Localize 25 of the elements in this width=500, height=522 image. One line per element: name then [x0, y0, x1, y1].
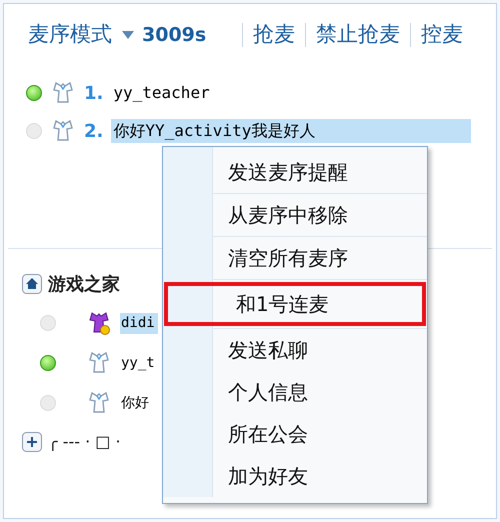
toolbar-link[interactable]: 禁止抢麦	[316, 19, 400, 51]
channel-user-name[interactable]: didi	[120, 312, 158, 334]
toolbar-link[interactable]: 抢麦	[253, 19, 295, 51]
subchannel-name[interactable]: ╭ --- · □ ·	[48, 430, 121, 454]
menu-item[interactable]: 发送麦序提醒	[213, 151, 427, 193]
mode-dropdown[interactable]: 麦序模式	[28, 19, 134, 51]
queue-number: 1.	[84, 82, 104, 106]
dropdown-arrow-icon	[122, 31, 134, 39]
expand-icon[interactable]	[22, 432, 42, 452]
queue-user-name[interactable]: yy_teacher	[111, 81, 212, 105]
toolbar-link[interactable]: 控麦	[421, 19, 463, 51]
queue-user-name[interactable]: 你好YY_activity我是好人	[111, 119, 472, 143]
timer-text: 3009s	[142, 22, 208, 48]
channel-name[interactable]: 游戏之家	[48, 270, 120, 298]
channel-user-name[interactable]: 你好	[120, 392, 150, 414]
menu-item[interactable]: 清空所有麦序	[213, 237, 427, 279]
menu-item[interactable]: 个人信息	[213, 371, 427, 413]
home-icon[interactable]	[22, 274, 42, 294]
menu-item[interactable]: 从麦序中移除	[213, 194, 427, 236]
menu-item[interactable]: 所在公会	[213, 413, 427, 455]
channel-user-name[interactable]: yy_t	[120, 352, 156, 374]
queue-number: 2.	[84, 120, 104, 144]
menu-item[interactable]: 和1号连麦	[164, 282, 426, 326]
menu-item[interactable]: 加为好友	[213, 455, 427, 497]
menu-item[interactable]: 发送私聊	[213, 329, 427, 371]
